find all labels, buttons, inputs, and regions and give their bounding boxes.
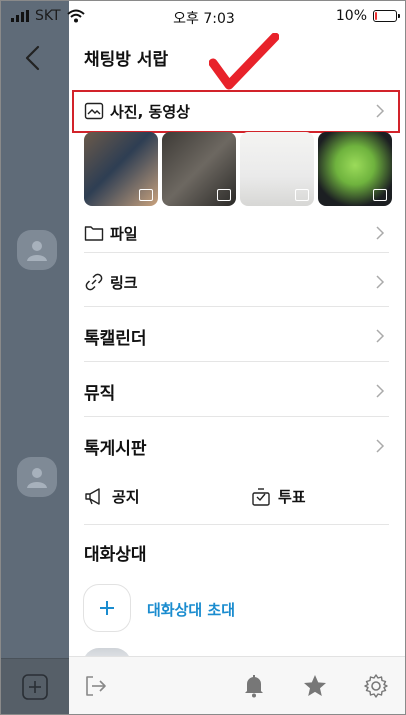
chevron-right-icon xyxy=(376,104,385,118)
drawer-item-label: 링크 xyxy=(110,273,138,292)
invite-member-label[interactable]: 대화상대 초대 xyxy=(147,599,235,620)
divider xyxy=(84,524,389,525)
battery-icon xyxy=(373,10,400,22)
photo-badge-icon xyxy=(139,189,153,201)
plus-square-icon[interactable] xyxy=(21,673,49,701)
drawer-item-label: 뮤직 xyxy=(84,383,116,404)
gear-icon[interactable] xyxy=(363,673,389,699)
exit-icon[interactable] xyxy=(83,673,109,699)
drawer-item-music[interactable]: 뮤직 xyxy=(84,375,389,407)
star-icon[interactable] xyxy=(302,673,328,699)
battery-percent: 10% xyxy=(335,8,367,24)
chat-drawer-panel: 채팅방 서랍 사진, 동영상 파일 링크 톡캘린더 뮤직 톡게시판 공지 투표 … xyxy=(69,33,405,668)
chevron-right-icon xyxy=(376,275,385,289)
photo-badge-icon xyxy=(217,189,231,201)
chevron-right-icon xyxy=(376,384,385,398)
image-icon xyxy=(84,102,104,120)
link-icon xyxy=(85,273,103,291)
photo-thumbnail[interactable] xyxy=(240,132,314,206)
photo-badge-icon xyxy=(295,189,309,201)
back-arrow-icon[interactable] xyxy=(19,43,49,73)
drawer-item-talk-board[interactable]: 톡게시판 xyxy=(84,430,389,462)
divider xyxy=(84,252,389,253)
avatar xyxy=(17,457,57,497)
battery-level xyxy=(375,12,377,20)
person-icon xyxy=(27,241,47,261)
photo-thumbnail[interactable] xyxy=(318,132,392,206)
checkmark-annotation xyxy=(209,33,279,90)
photo-badge-icon xyxy=(373,189,387,201)
person-icon xyxy=(27,468,47,488)
notice-label: 공지 xyxy=(112,488,140,506)
divider xyxy=(84,416,389,417)
invite-member-button[interactable] xyxy=(83,584,131,632)
vote-label: 투표 xyxy=(278,488,306,506)
bell-icon[interactable] xyxy=(241,673,267,699)
megaphone-icon xyxy=(85,487,100,505)
photo-thumbnail[interactable] xyxy=(84,132,158,206)
notice-vote-row: 공지 투표 xyxy=(84,486,389,516)
drawer-item-label: 파일 xyxy=(110,224,138,243)
ballot-box-icon xyxy=(252,487,270,506)
photo-thumbnail[interactable] xyxy=(162,132,236,206)
dimmed-chat-area[interactable] xyxy=(1,1,69,714)
photos-videos-label: 사진, 동영상 xyxy=(110,102,190,121)
divider xyxy=(84,306,389,307)
folder-icon xyxy=(84,226,104,241)
vote-button[interactable]: 투표 xyxy=(250,486,306,507)
drawer-bottom-bar xyxy=(69,656,405,714)
photos-videos-row[interactable]: 사진, 동영상 xyxy=(84,93,389,129)
drawer-item-links[interactable]: 링크 xyxy=(84,267,389,297)
drawer-title: 채팅방 서랍 xyxy=(84,50,169,70)
chevron-right-icon xyxy=(376,226,385,240)
chevron-right-icon xyxy=(376,439,385,453)
drawer-item-files[interactable]: 파일 xyxy=(84,218,389,248)
plus-icon xyxy=(100,601,114,615)
status-bar: SKT 오후 7:03 10% xyxy=(1,1,405,33)
divider xyxy=(84,361,389,362)
members-section-title: 대화상대 xyxy=(84,545,147,565)
drawer-item-label: 톡캘린더 xyxy=(84,328,147,349)
drawer-item-label: 톡게시판 xyxy=(84,438,147,459)
drawer-item-talk-calendar[interactable]: 톡캘린더 xyxy=(84,320,389,352)
chevron-right-icon xyxy=(376,329,385,343)
screen: SKT 오후 7:03 10% 채팅방 서랍 사진, 동영상 파일 링크 톡캘린… xyxy=(0,0,406,715)
notice-button[interactable]: 공지 xyxy=(84,486,140,507)
avatar xyxy=(17,230,57,270)
photo-thumbnails xyxy=(84,132,394,206)
